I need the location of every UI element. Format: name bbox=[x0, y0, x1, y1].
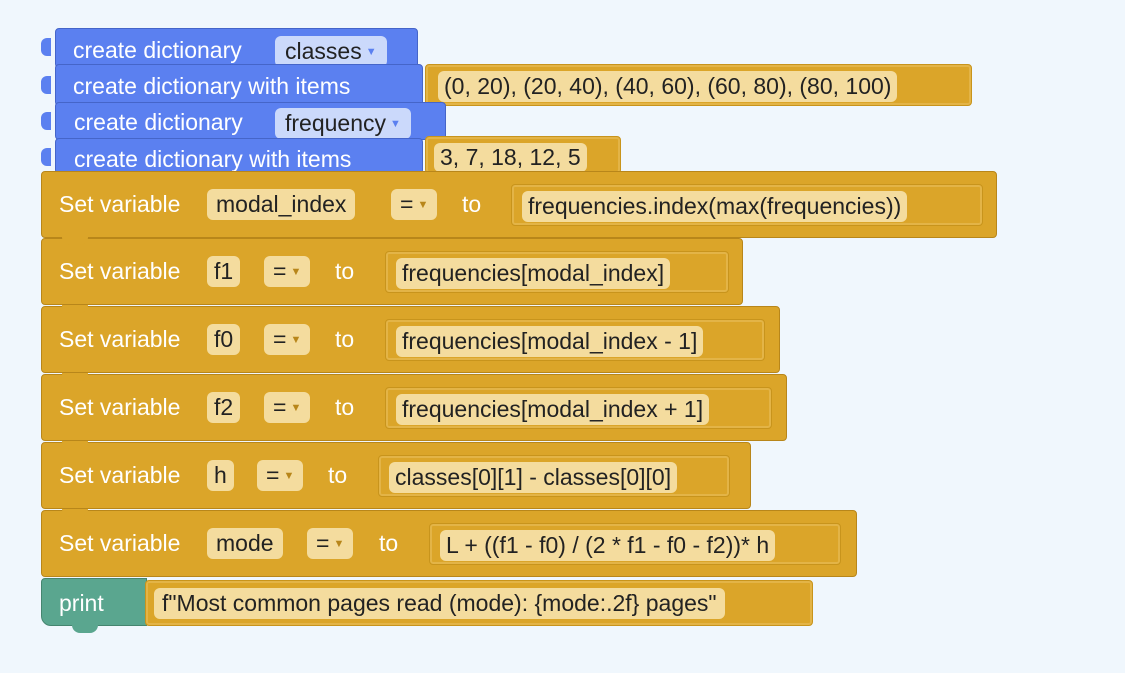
variable-name-field[interactable]: modal_index bbox=[207, 189, 356, 220]
to-label: to bbox=[335, 394, 355, 420]
block-label: create dictionary with items bbox=[73, 73, 351, 99]
expression-field[interactable]: frequencies[modal_index] bbox=[396, 258, 671, 289]
create-dictionary-block[interactable]: create dictionary classes ▼ bbox=[55, 28, 418, 68]
block-connector bbox=[62, 305, 88, 313]
dropdown-arrow-icon: ▼ bbox=[290, 334, 302, 347]
items-value-field[interactable]: 3, 7, 18, 12, 5 bbox=[434, 143, 587, 172]
set-variable-block[interactable]: Set variable modal_index = ▼ to frequenci… bbox=[41, 171, 997, 238]
to-label: to bbox=[335, 258, 355, 284]
dropdown-arrow-icon: ▼ bbox=[390, 118, 401, 131]
set-variable-label: Set variable bbox=[59, 191, 181, 217]
set-variable-label: Set variable bbox=[59, 394, 181, 420]
set-variable-block[interactable]: Set variable h = ▼ to classes[0][1] - cla… bbox=[41, 442, 751, 509]
dictionary-name-dropdown[interactable]: classes ▼ bbox=[275, 36, 387, 67]
operator-value: = bbox=[266, 462, 280, 488]
print-input-slot[interactable]: f"Most common pages read (mode): {mode:.… bbox=[145, 580, 813, 626]
to-label: to bbox=[462, 191, 482, 217]
operator-dropdown[interactable]: = ▼ bbox=[307, 528, 354, 559]
expression-slot[interactable]: frequencies[modal_index + 1] bbox=[385, 387, 772, 429]
create-dictionary-with-items-block[interactable]: create dictionary with items bbox=[55, 64, 423, 106]
set-variable-label: Set variable bbox=[59, 258, 181, 284]
block-connector bbox=[62, 509, 88, 517]
print-label: print bbox=[59, 590, 104, 616]
expression-field[interactable]: frequencies[modal_index - 1] bbox=[396, 326, 704, 357]
dropdown-arrow-icon: ▼ bbox=[417, 199, 429, 212]
variable-name-field[interactable]: f1 bbox=[207, 256, 241, 287]
expression-field[interactable]: L + ((f1 - f0) / (2 * f1 - f0 - f2))* h bbox=[440, 530, 776, 561]
block-label: create dictionary bbox=[74, 109, 243, 135]
block-connector bbox=[72, 625, 98, 633]
to-label: to bbox=[335, 326, 355, 352]
set-variable-block[interactable]: Set variable f2 = ▼ to frequencies[modal_… bbox=[41, 374, 787, 441]
expression-field[interactable]: frequencies[modal_index + 1] bbox=[396, 394, 710, 425]
operator-value: = bbox=[316, 530, 330, 556]
dictionary-name-dropdown[interactable]: frequency ▼ bbox=[275, 108, 411, 139]
block-connector bbox=[41, 148, 51, 166]
dropdown-arrow-icon: ▼ bbox=[290, 402, 302, 415]
block-connector bbox=[41, 38, 51, 56]
dropdown-value: classes bbox=[285, 38, 362, 64]
expression-field[interactable]: frequencies.index(max(frequencies)) bbox=[522, 191, 908, 222]
block-connector bbox=[62, 441, 88, 449]
operator-dropdown[interactable]: = ▼ bbox=[391, 189, 438, 220]
print-block[interactable]: print bbox=[41, 578, 147, 626]
operator-value: = bbox=[400, 191, 414, 217]
to-label: to bbox=[328, 462, 348, 488]
operator-dropdown[interactable]: = ▼ bbox=[264, 392, 311, 423]
items-value-field[interactable]: (0, 20), (20, 40), (40, 60), (60, 80), (… bbox=[438, 71, 898, 102]
set-variable-label: Set variable bbox=[59, 326, 181, 352]
expression-slot[interactable]: frequencies.index(max(frequencies)) bbox=[511, 184, 983, 226]
operator-dropdown[interactable]: = ▼ bbox=[257, 460, 304, 491]
block-connector bbox=[41, 76, 51, 94]
block-connector bbox=[62, 237, 88, 245]
block-connector bbox=[41, 112, 51, 130]
print-value-field[interactable]: f"Most common pages read (mode): {mode:.… bbox=[154, 588, 725, 619]
set-variable-block[interactable]: Set variable mode = ▼ to L + ((f1 - f0) /… bbox=[41, 510, 857, 577]
expression-slot[interactable]: L + ((f1 - f0) / (2 * f1 - f0 - f2))* h bbox=[429, 523, 841, 565]
operator-value: = bbox=[273, 394, 287, 420]
expression-slot[interactable]: classes[0][1] - classes[0][0] bbox=[378, 455, 730, 497]
operator-value: = bbox=[273, 326, 287, 352]
expression-slot[interactable]: frequencies[modal_index - 1] bbox=[385, 319, 765, 361]
variable-name-field[interactable]: f0 bbox=[207, 324, 241, 355]
expression-slot[interactable]: frequencies[modal_index] bbox=[385, 251, 729, 293]
dropdown-arrow-icon: ▼ bbox=[365, 46, 377, 59]
set-variable-block[interactable]: Set variable f1 = ▼ to frequencies[modal_… bbox=[41, 238, 743, 305]
block-connector bbox=[62, 373, 88, 381]
to-label: to bbox=[379, 530, 399, 556]
variable-name-field[interactable]: h bbox=[207, 460, 234, 491]
create-dictionary-block[interactable]: create dictionary frequency ▼ bbox=[55, 102, 446, 140]
dropdown-value: frequency bbox=[285, 110, 387, 136]
expression-field[interactable]: classes[0][1] - classes[0][0] bbox=[389, 462, 678, 493]
dropdown-arrow-icon: ▼ bbox=[290, 266, 302, 279]
set-variable-label: Set variable bbox=[59, 462, 181, 488]
items-input-slot[interactable]: 3, 7, 18, 12, 5 bbox=[425, 136, 621, 174]
variable-name-field[interactable]: f2 bbox=[207, 392, 241, 423]
operator-dropdown[interactable]: = ▼ bbox=[264, 324, 311, 355]
operator-dropdown[interactable]: = ▼ bbox=[264, 256, 311, 287]
set-variable-label: Set variable bbox=[59, 530, 181, 556]
variable-name-field[interactable]: mode bbox=[207, 528, 283, 559]
create-dictionary-with-items-block[interactable]: create dictionary with items bbox=[55, 138, 423, 174]
set-variable-block[interactable]: Set variable f0 = ▼ to frequencies[modal_… bbox=[41, 306, 780, 373]
block-label: create dictionary with items bbox=[74, 146, 352, 172]
dropdown-arrow-icon: ▼ bbox=[333, 538, 345, 551]
operator-value: = bbox=[273, 258, 287, 284]
items-input-slot[interactable]: (0, 20), (20, 40), (40, 60), (60, 80), (… bbox=[425, 64, 972, 106]
block-label: create dictionary bbox=[73, 37, 242, 63]
dropdown-arrow-icon: ▼ bbox=[283, 470, 295, 483]
